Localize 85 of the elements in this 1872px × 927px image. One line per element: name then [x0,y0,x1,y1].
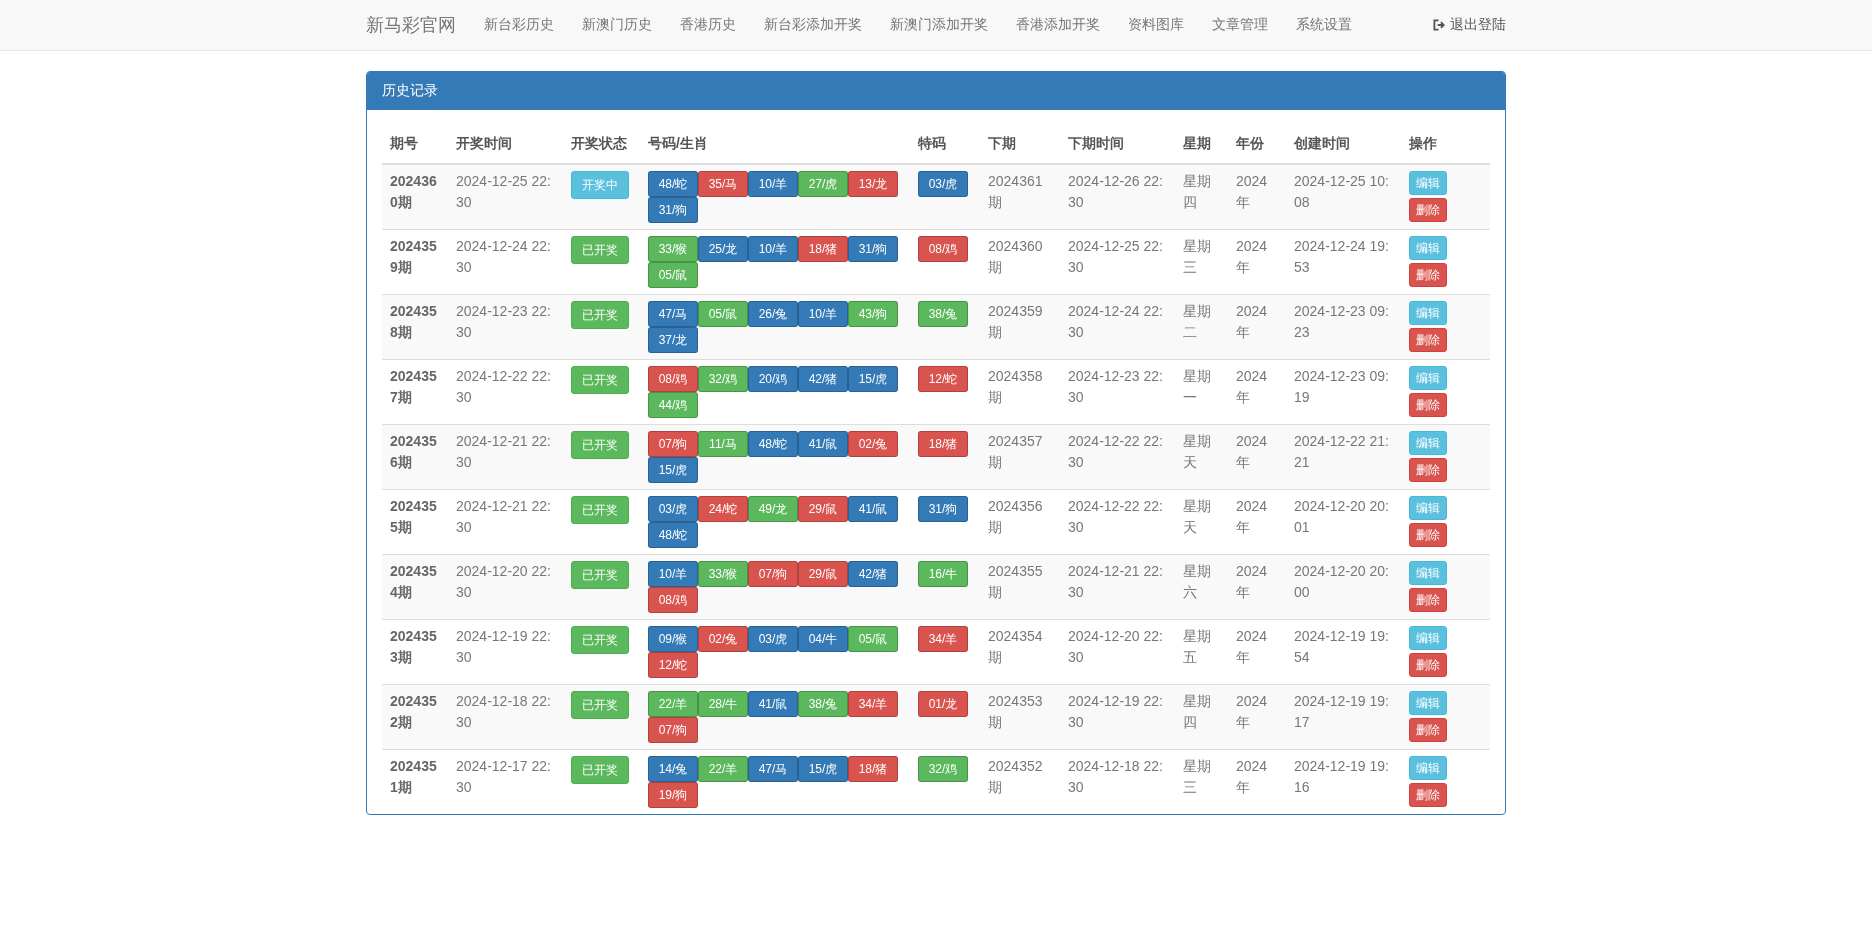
edit-button[interactable]: 编辑 [1409,301,1447,325]
created-time-cell: 2024-12-19 19:17 [1286,684,1401,750]
delete-button[interactable]: 删除 [1409,523,1447,547]
draw-time-cell: 2024-12-17 22:30 [448,749,563,814]
draw-time-cell: 2024-12-20 22:30 [448,554,563,620]
weekday-cell: 星期四 [1175,164,1228,230]
year-cell: 2024年 [1228,749,1286,814]
next-issue-cell: 2024361期 [980,164,1060,230]
year-cell: 2024年 [1228,684,1286,750]
next-issue-cell: 2024355期 [980,554,1060,620]
weekday-cell: 星期三 [1175,749,1228,814]
delete-button[interactable]: 删除 [1409,718,1447,742]
weekday-cell: 星期天 [1175,424,1228,490]
status-label: 已开奖 [571,756,629,784]
edit-button[interactable]: 编辑 [1409,691,1447,715]
next-time-cell: 2024-12-21 22:30 [1060,554,1175,620]
edit-button[interactable]: 编辑 [1409,756,1447,780]
edit-button[interactable]: 编辑 [1409,431,1447,455]
created-time-cell: 2024-12-19 19:16 [1286,749,1401,814]
status-label: 已开奖 [571,431,629,459]
weekday-cell: 星期六 [1175,554,1228,620]
edit-button[interactable]: 编辑 [1409,171,1447,195]
next-time-cell: 2024-12-22 22:30 [1060,424,1175,490]
nav-link[interactable]: 新澳门添加开奖 [876,16,1002,34]
issue-cell: 2024354期 [382,554,448,620]
issue-cell: 2024352期 [382,684,448,750]
status-label: 开奖中 [571,171,629,199]
status-label: 已开奖 [571,236,629,264]
edit-button[interactable]: 编辑 [1409,496,1447,520]
nav-link[interactable]: 文章管理 [1198,16,1282,34]
year-cell: 2024年 [1228,424,1286,490]
weekday-cell: 星期四 [1175,684,1228,750]
edit-button[interactable]: 编辑 [1409,626,1447,650]
brand-link[interactable]: 新马彩官网 [366,13,456,37]
draw-time-cell: 2024-12-25 22:30 [448,164,563,230]
issue-cell: 2024358期 [382,294,448,360]
next-time-cell: 2024-12-18 22:30 [1060,749,1175,814]
year-cell: 2024年 [1228,164,1286,230]
nav-link[interactable]: 新澳门历史 [568,16,666,34]
logout-link[interactable]: 退出登陆 [1419,16,1506,34]
issue-cell: 2024356期 [382,424,448,490]
created-time-cell: 2024-12-20 20:00 [1286,554,1401,620]
status-label: 已开奖 [571,366,629,394]
next-issue-cell: 2024352期 [980,749,1060,814]
nav-link[interactable]: 新台彩添加开奖 [750,16,876,34]
draw-time-cell: 2024-12-23 22:30 [448,294,563,360]
delete-button[interactable]: 删除 [1409,588,1447,612]
created-time-cell: 2024-12-25 10:08 [1286,164,1401,230]
edit-button[interactable]: 编辑 [1409,236,1447,260]
status-label: 已开奖 [571,626,629,654]
delete-button[interactable]: 删除 [1409,458,1447,482]
draw-time-cell: 2024-12-21 22:30 [448,424,563,490]
status-label: 已开奖 [571,301,629,329]
edit-button[interactable]: 编辑 [1409,366,1447,390]
delete-button[interactable]: 删除 [1409,783,1447,807]
issue-cell: 2024360期 [382,164,448,230]
status-label: 已开奖 [571,691,629,719]
next-issue-cell: 2024357期 [980,424,1060,490]
panel-heading: 历史记录 [367,72,1505,110]
delete-button[interactable]: 删除 [1409,263,1447,287]
next-time-cell: 2024-12-24 22:30 [1060,294,1175,360]
nav-link[interactable]: 资料图库 [1114,16,1198,34]
nav-link[interactable]: 香港历史 [666,16,750,34]
delete-button[interactable]: 删除 [1409,198,1447,222]
weekday-cell: 星期二 [1175,294,1228,360]
delete-button[interactable]: 删除 [1409,653,1447,677]
delete-button[interactable]: 删除 [1409,328,1447,352]
draw-time-cell: 2024-12-18 22:30 [448,684,563,750]
issue-cell: 2024351期 [382,749,448,814]
created-time-cell: 2024-12-23 09:23 [1286,294,1401,360]
delete-button[interactable]: 删除 [1409,393,1447,417]
year-cell: 2024年 [1228,554,1286,620]
next-issue-cell: 2024359期 [980,294,1060,360]
status-label: 已开奖 [571,561,629,589]
year-cell: 2024年 [1228,294,1286,360]
nav-link[interactable]: 新台彩历史 [470,16,568,34]
edit-button[interactable]: 编辑 [1409,561,1447,585]
nav-link[interactable]: 香港添加开奖 [1002,16,1114,34]
logout-icon [1433,19,1446,31]
status-label: 已开奖 [571,496,629,524]
created-time-cell: 2024-12-22 21:21 [1286,424,1401,490]
nav-link[interactable]: 系统设置 [1282,16,1366,34]
next-issue-cell: 2024353期 [980,684,1060,750]
next-time-cell: 2024-12-19 22:30 [1060,684,1175,750]
next-time-cell: 2024-12-26 22:30 [1060,164,1175,230]
